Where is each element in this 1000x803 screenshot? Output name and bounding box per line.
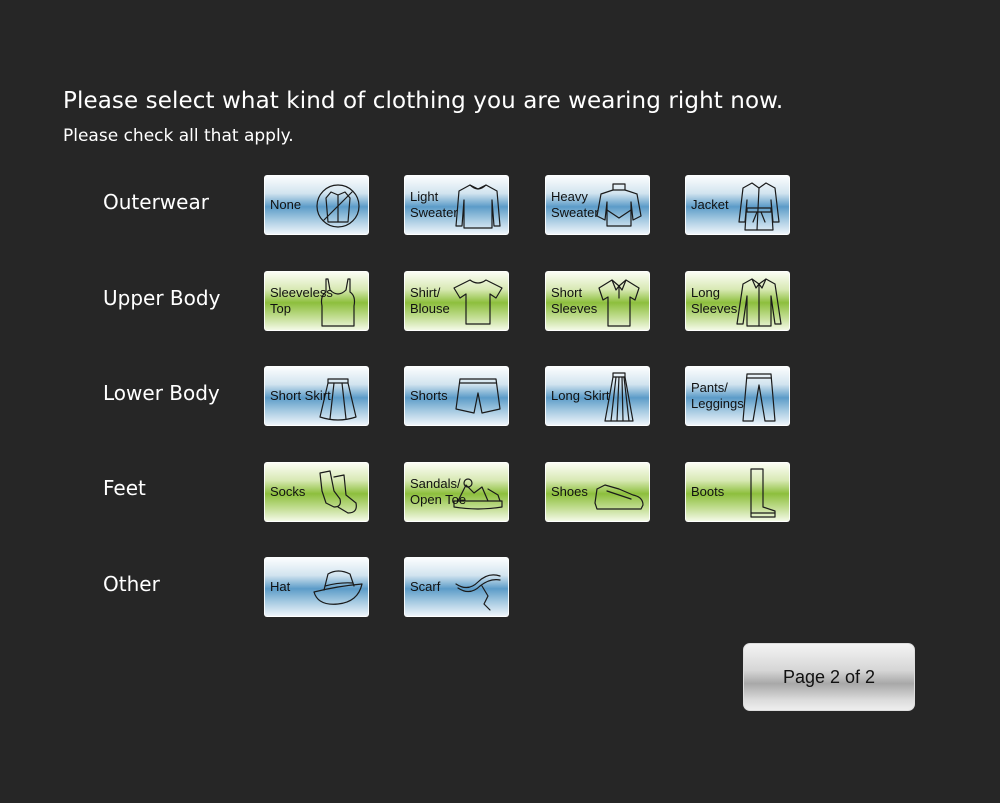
light-sweater-icon <box>455 184 501 229</box>
option-sandals-open-toe[interactable]: Sandals/ Open Toe <box>404 462 509 522</box>
option-sleeveless-top[interactable]: Sleeveless Top <box>264 271 369 331</box>
polo-shirt-icon <box>598 279 640 327</box>
option-label: Sleeveless Top <box>270 285 333 316</box>
option-hat[interactable]: Hat <box>264 557 369 617</box>
t-shirt-icon <box>453 279 503 325</box>
option-label: Shoes <box>551 484 588 499</box>
option-label: Shirt/ Blouse <box>410 285 450 316</box>
option-label: Boots <box>691 484 725 499</box>
row-label-lower-body: Lower Body <box>103 381 220 405</box>
row-label-upper-body: Upper Body <box>103 286 221 310</box>
option-label: Short Skirt <box>270 388 331 403</box>
option-label: Socks <box>270 484 306 499</box>
option-label: Long Sleeves <box>691 285 738 316</box>
option-scarf[interactable]: Scarf <box>404 557 509 617</box>
option-shirt-blouse[interactable]: Shirt/ Blouse <box>404 271 509 331</box>
option-label: Pants/ Leggings <box>691 380 744 411</box>
scarf-icon <box>455 574 501 611</box>
question-title: Please select what kind of clothing you … <box>63 88 784 114</box>
option-pants-leggings[interactable]: Pants/ Leggings <box>685 366 790 426</box>
no-jacket-icon <box>316 184 360 228</box>
option-label: Light Sweater <box>410 189 458 220</box>
option-label: Heavy Sweater <box>551 189 599 220</box>
option-long-skirt[interactable]: Long Skirt <box>545 366 650 426</box>
option-shoes[interactable]: Shoes <box>545 462 650 522</box>
hat-icon <box>313 570 363 605</box>
option-shorts[interactable]: Shorts <box>404 366 509 426</box>
option-label: Sandals/ Open Toe <box>410 476 467 507</box>
option-label: Scarf <box>410 579 441 594</box>
option-none[interactable]: None <box>264 175 369 235</box>
option-short-skirt[interactable]: Short Skirt <box>264 366 369 426</box>
option-long-sleeves[interactable]: Long Sleeves <box>685 271 790 331</box>
option-label: Long Skirt <box>551 388 610 403</box>
option-jacket[interactable]: Jacket <box>685 175 790 235</box>
instruction-text: Please check all that apply. <box>63 126 294 146</box>
heavy-sweater-icon <box>596 183 642 227</box>
shoe-icon <box>594 484 644 510</box>
option-label: None <box>270 197 302 212</box>
option-boots[interactable]: Boots <box>685 462 790 522</box>
boot-icon <box>750 468 776 518</box>
option-heavy-sweater[interactable]: Heavy Sweater <box>545 175 650 235</box>
row-label-outerwear: Outerwear <box>103 190 209 214</box>
option-label: Hat <box>270 579 291 594</box>
jacket-icon <box>738 182 780 231</box>
option-label: Shorts <box>410 388 448 403</box>
option-label: Jacket <box>691 197 729 212</box>
page-indicator-button[interactable]: Page 2 of 2 <box>743 643 915 711</box>
option-socks[interactable]: Socks <box>264 462 369 522</box>
socks-icon <box>319 470 357 514</box>
row-label-feet: Feet <box>103 476 146 500</box>
long-sleeve-shirt-icon <box>736 278 782 327</box>
option-short-sleeves[interactable]: Short Sleeves <box>545 271 650 331</box>
option-label: Short Sleeves <box>551 285 598 316</box>
row-label-other: Other <box>103 572 160 596</box>
option-light-sweater[interactable]: Light Sweater <box>404 175 509 235</box>
shorts-icon <box>455 378 501 414</box>
